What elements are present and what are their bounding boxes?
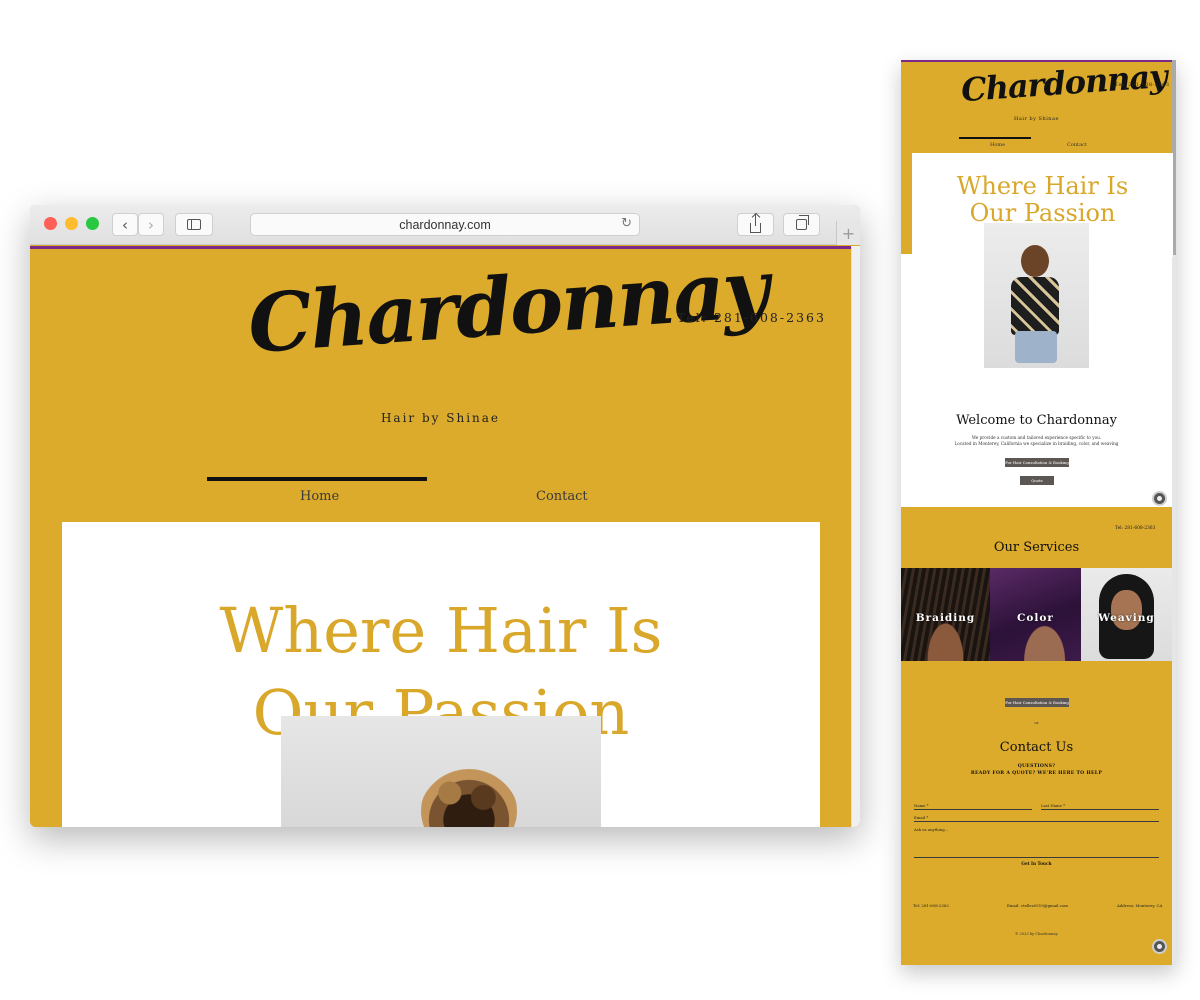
mobile-hero-photo	[984, 223, 1089, 368]
mobile-nav-item-contact[interactable]: Contact	[1067, 142, 1087, 148]
message-label: Ask us anything...	[914, 827, 949, 832]
sidebar-toggle-button[interactable]	[175, 213, 213, 236]
mobile-nav-active-indicator	[959, 137, 1031, 139]
first-name-label: Name *	[914, 803, 929, 808]
mobile-hero-title-line-1: Where Hair Is	[956, 172, 1129, 200]
hero-title-line-1: Where Hair Is	[219, 594, 663, 667]
browser-toolbar: ‹ › chardonnay.com ↻ +	[30, 205, 860, 245]
mobile-header-phone: Tel: 281-608-2363	[1115, 82, 1170, 88]
chat-icon-bottom[interactable]	[1152, 939, 1167, 954]
site-logo[interactable]: Chardonnay	[245, 246, 770, 384]
header-phone: Tel: 281-608-2363	[677, 310, 826, 325]
service-tile-weaving[interactable]: Weaving	[1081, 568, 1172, 661]
back-icon: ‹	[122, 215, 128, 234]
email-field[interactable]	[914, 821, 1159, 822]
forward-button[interactable]: ›	[138, 213, 164, 236]
or-separator: or	[1034, 720, 1039, 725]
forward-icon: ›	[148, 215, 154, 234]
model-image	[1009, 245, 1061, 363]
services-phone: Tel: 281-608-2363	[1115, 526, 1156, 531]
hero-section: Where Hair Is Our Passion	[62, 522, 820, 827]
services-heading: Our Services	[993, 540, 1080, 555]
service-tile-braiding[interactable]: Braiding	[901, 568, 990, 661]
consultation-booking-button[interactable]: For Hair Consultation & Booking	[1005, 458, 1069, 467]
mobile-tagline: Hair by Shinae	[1014, 116, 1059, 122]
nav-item-contact[interactable]: Contact	[536, 489, 588, 504]
close-window-button[interactable]	[44, 217, 57, 230]
welcome-description: We provide a custom and tailored experie…	[921, 435, 1152, 447]
nav-item-home[interactable]: Home	[300, 489, 339, 504]
logo-text: Chardonnay	[245, 246, 771, 372]
mobile-nav-item-home[interactable]: Home	[990, 142, 1005, 148]
mobile-logo[interactable]: Chardonnay	[960, 60, 1168, 109]
new-tab-icon: +	[841, 223, 856, 243]
new-tab-button[interactable]: +	[836, 221, 860, 245]
contact-heading: Contact Us	[999, 740, 1074, 755]
site-tagline: Hair by Shinae	[380, 411, 501, 425]
last-name-field[interactable]	[1041, 809, 1159, 810]
contact-subheading-line-1: QUESTIONS?	[1017, 764, 1056, 769]
consultation-booking-button-2[interactable]: For Hair Consultation & Booking	[1005, 698, 1069, 707]
page-viewport: Chardonnay Tel: 281-608-2363 Hair by Shi…	[30, 246, 860, 827]
share-button[interactable]	[737, 213, 774, 236]
service-label-color: Color	[1017, 612, 1054, 624]
get-in-touch-button[interactable]: Get In Touch	[901, 861, 1172, 866]
footer-address: Address: Monterey, CA	[1117, 903, 1163, 908]
share-icon	[750, 213, 761, 233]
mobile-hero-title: Where Hair Is Our Passion	[912, 173, 1173, 227]
tabs-icon	[796, 215, 809, 230]
welcome-heading: Welcome to Chardonnay	[956, 413, 1117, 428]
zoom-window-button[interactable]	[86, 217, 99, 230]
browser-window: ‹ › chardonnay.com ↻ + Chardonnay Tel: 2…	[30, 205, 860, 827]
back-button[interactable]: ‹	[112, 213, 138, 236]
service-label-weaving: Weaving	[1098, 612, 1155, 624]
scrollbar[interactable]	[851, 246, 860, 827]
show-tabs-button[interactable]	[783, 213, 820, 236]
last-name-label: Last Name *	[1041, 803, 1066, 808]
hair-image	[421, 766, 517, 827]
mobile-preview: Chardonnay Tel: 281-608-2363 Hair by Shi…	[901, 60, 1176, 965]
nav-active-indicator	[207, 477, 427, 481]
contact-subheading-line-2: READY FOR A QUOTE? WE'RE HERE TO HELP	[970, 771, 1103, 776]
first-name-field[interactable]	[914, 809, 1032, 810]
url-text: chardonnay.com	[399, 217, 491, 232]
address-bar[interactable]: chardonnay.com ↻	[250, 213, 640, 236]
footer-copyright: © 2023 by Chardonnay.	[1014, 932, 1059, 936]
hero-photo	[281, 716, 601, 827]
contact-subheading: QUESTIONS? READY FOR A QUOTE? WE'RE HERE…	[901, 763, 1172, 777]
service-tile-color[interactable]: Color	[990, 568, 1081, 661]
quote-button[interactable]: Quote	[1020, 476, 1054, 485]
sidebar-icon	[187, 219, 201, 230]
footer-email[interactable]: Email: ctellez0519@gmail.com	[1007, 903, 1068, 908]
minimize-window-button[interactable]	[65, 217, 78, 230]
email-label: Email *	[914, 815, 929, 820]
message-field[interactable]	[914, 857, 1159, 858]
service-label-braiding: Braiding	[915, 612, 976, 624]
welcome-line-2: Located in Monterey, California we speci…	[954, 441, 1119, 446]
reload-icon[interactable]: ↻	[621, 216, 632, 231]
chat-icon[interactable]	[1152, 491, 1167, 506]
footer-phone: Tel: 281-608-2363	[913, 903, 949, 908]
